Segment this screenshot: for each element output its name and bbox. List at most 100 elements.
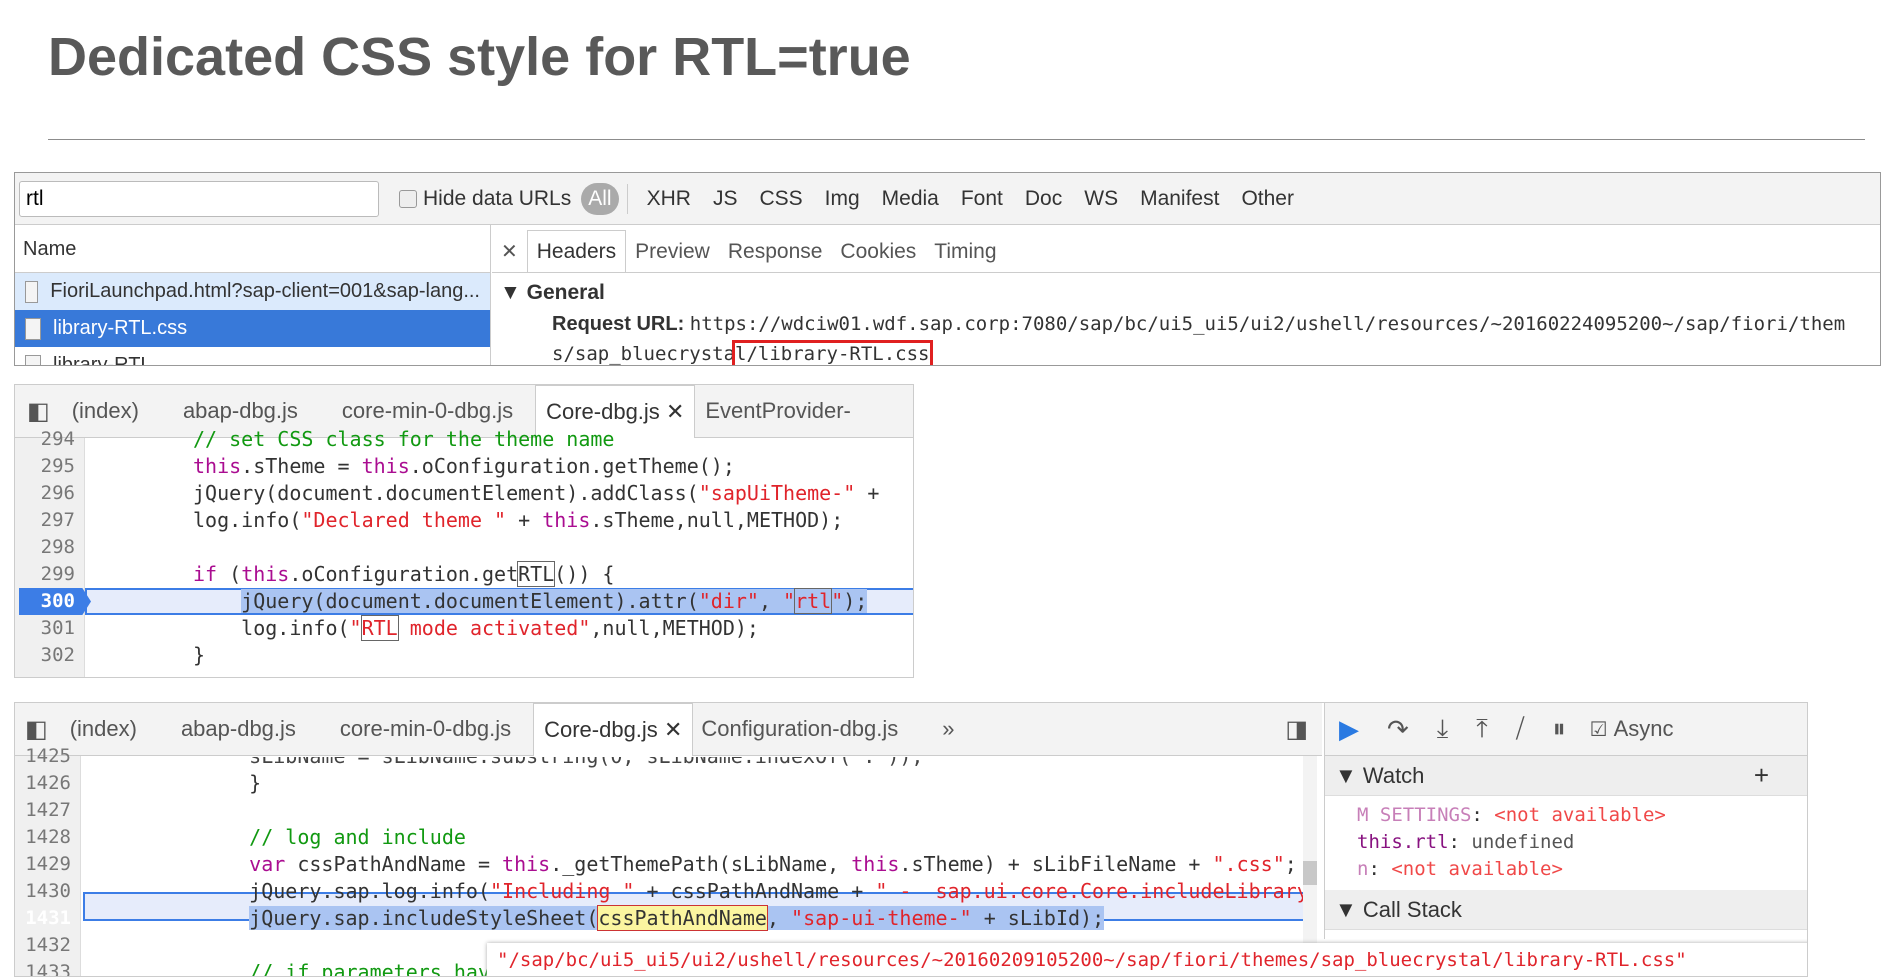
request-url-line: Request URL: https://wdciw01.wdf.sap.cor… [552,313,1845,336]
sources-panel-1: ◧ (index) abap-dbg.js core-min-0-dbg.js … [14,384,914,678]
watch-item[interactable]: M SETTINGS: <not available> [1357,802,1807,829]
request-name: library-RTL... [53,354,169,366]
request-row[interactable]: library-RTL... [15,347,491,366]
line-number[interactable]: 1432 [15,932,77,959]
watch-item[interactable]: n: <not available> [1357,856,1807,883]
filter-font[interactable]: Font [961,187,1003,211]
tab-core-min[interactable]: core-min-0-dbg.js [320,398,535,424]
pause-on-exceptions-icon[interactable]: ⏸ [1553,713,1566,745]
request-url-part: s/sap_bluecrysta [552,343,736,365]
request-url-line2: s/sap_bluecrystal/library-RTL.css [552,340,933,365]
watch-value: <not available> [1494,804,1666,826]
watch-section-header[interactable]: ▼ Watch + [1325,756,1807,796]
code-content: // set CSS class for the theme name this… [193,427,880,667]
close-icon[interactable]: ✕ [664,717,682,743]
filter-css[interactable]: CSS [759,187,802,211]
tab-response[interactable]: Response [719,240,832,272]
hide-data-urls-checkbox[interactable] [399,189,417,208]
line-number[interactable]: 1431 [15,905,77,932]
network-panel: Hide data URLs All XHR JS CSS Img Media … [14,172,1881,366]
toggle-navigator-icon[interactable]: ◧ [25,715,48,744]
filter-doc[interactable]: Doc [1025,187,1062,211]
step-out-icon[interactable]: ⤒ [1476,713,1488,745]
line-number[interactable]: 295 [15,453,81,480]
title-divider [48,139,1865,140]
network-filter-bar: Hide data URLs All XHR JS CSS Img Media … [15,173,1880,225]
filter-input[interactable] [19,180,379,217]
filter-all[interactable]: All [581,182,619,215]
line-number[interactable]: 1433 [15,959,77,976]
tab-abap-dbg[interactable]: abap-dbg.js [159,716,318,742]
line-number[interactable]: 1429 [15,851,77,878]
request-detail: ✕ Headers Preview Response Cookies Timin… [492,225,1880,365]
watch-item[interactable]: this.rtl: undefined [1357,829,1807,856]
watch-value: <not available> [1391,858,1563,880]
request-row[interactable]: FioriLaunchpad.html?sap-client=001&sap-l… [15,273,491,310]
line-number[interactable]: 296 [15,480,81,507]
line-number[interactable]: 1427 [15,797,77,824]
close-icon[interactable]: ✕ [666,399,684,425]
request-url-value: https://wdciw01.wdf.sap.corp:7080/sap/bc… [689,313,1846,335]
line-number[interactable]: 302 [15,642,81,669]
tab-label: Core-dbg.js [546,398,660,424]
line-number[interactable]: 1426 [15,770,77,797]
line-number[interactable]: 299 [15,561,81,588]
tab-eventprovider[interactable]: EventProvider- [695,398,873,424]
debugger-sidebar: ▶ ↷ ⤓ ⤒ ⧸ ⏸ ☑ Async ▼ Watch + M SETTINGS:… [1324,703,1807,939]
watch-name: M SETTINGS [1357,804,1472,826]
line-number[interactable]: 298 [15,534,81,561]
resume-icon[interactable]: ▶ [1339,714,1359,745]
watch-value: undefined [1471,831,1575,853]
line-number[interactable]: 294 [15,426,81,453]
debugger-toolbar: ▶ ↷ ⤓ ⤒ ⧸ ⏸ ☑ Async [1325,703,1807,756]
deactivate-breakpoints-icon[interactable]: ⧸ [1516,713,1525,745]
tab-index[interactable]: (index) [50,398,161,424]
async-label: Async [1613,716,1674,741]
tab-core-min[interactable]: core-min-0-dbg.js [318,716,533,742]
more-tabs-button[interactable]: » [920,716,976,742]
tab-timing[interactable]: Timing [925,240,1005,272]
toggle-navigator-icon[interactable]: ◧ [27,397,50,426]
filter-manifest[interactable]: Manifest [1140,187,1219,211]
step-into-icon[interactable]: ⤓ [1437,713,1449,745]
request-url-label: Request URL: [552,313,685,335]
tab-configuration-dbg[interactable]: Configuration-dbg.js [693,716,920,742]
filter-other[interactable]: Other [1241,187,1294,211]
filter-ws[interactable]: WS [1084,187,1118,211]
add-watch-icon[interactable]: + [1754,760,1769,791]
divider [626,183,628,214]
line-number[interactable]: 1425 [15,743,77,770]
request-name: FioriLaunchpad.html?sap-client=001&sap-l… [50,280,480,302]
filter-xhr[interactable]: XHR [647,187,691,211]
line-number[interactable]: 297 [15,507,81,534]
watch-name: n [1357,858,1369,880]
name-column-header[interactable]: Name [15,225,491,273]
filter-img[interactable]: Img [825,187,860,211]
close-icon[interactable]: ✕ [492,239,527,272]
highlighted-filename: l/library-RTL.css [732,340,933,365]
request-row-selected[interactable]: library-RTL.css [15,310,491,347]
tab-headers[interactable]: Headers [526,230,627,272]
async-checkbox[interactable]: ☑ [1590,717,1608,742]
filter-media[interactable]: Media [882,187,939,211]
call-stack-section-header[interactable]: ▼ Call Stack [1325,890,1807,930]
line-number[interactable]: 1430 [15,878,77,905]
line-number[interactable]: 300 [15,588,81,615]
tab-label: Core-dbg.js [544,716,658,742]
tab-cookies[interactable]: Cookies [831,240,925,272]
general-section[interactable]: ▼ General [500,281,605,305]
watch-name: this.rtl [1357,831,1449,853]
tab-index[interactable]: (index) [48,716,159,742]
source-tabs: ◧ (index) abap-dbg.js core-min-0-dbg.js … [15,703,1322,756]
file-icon [25,317,41,340]
tab-preview[interactable]: Preview [626,240,719,272]
tab-core-dbg[interactable]: Core-dbg.js ✕ [533,703,694,756]
toggle-debugger-icon[interactable]: ◨ [1285,715,1308,744]
tab-abap-dbg[interactable]: abap-dbg.js [161,398,320,424]
file-icon [25,280,39,303]
line-number[interactable]: 1428 [15,824,77,851]
filter-js[interactable]: JS [713,187,738,211]
line-number[interactable]: 301 [15,615,81,642]
call-stack-label: Call Stack [1362,896,1462,922]
step-over-icon[interactable]: ↷ [1387,714,1409,745]
